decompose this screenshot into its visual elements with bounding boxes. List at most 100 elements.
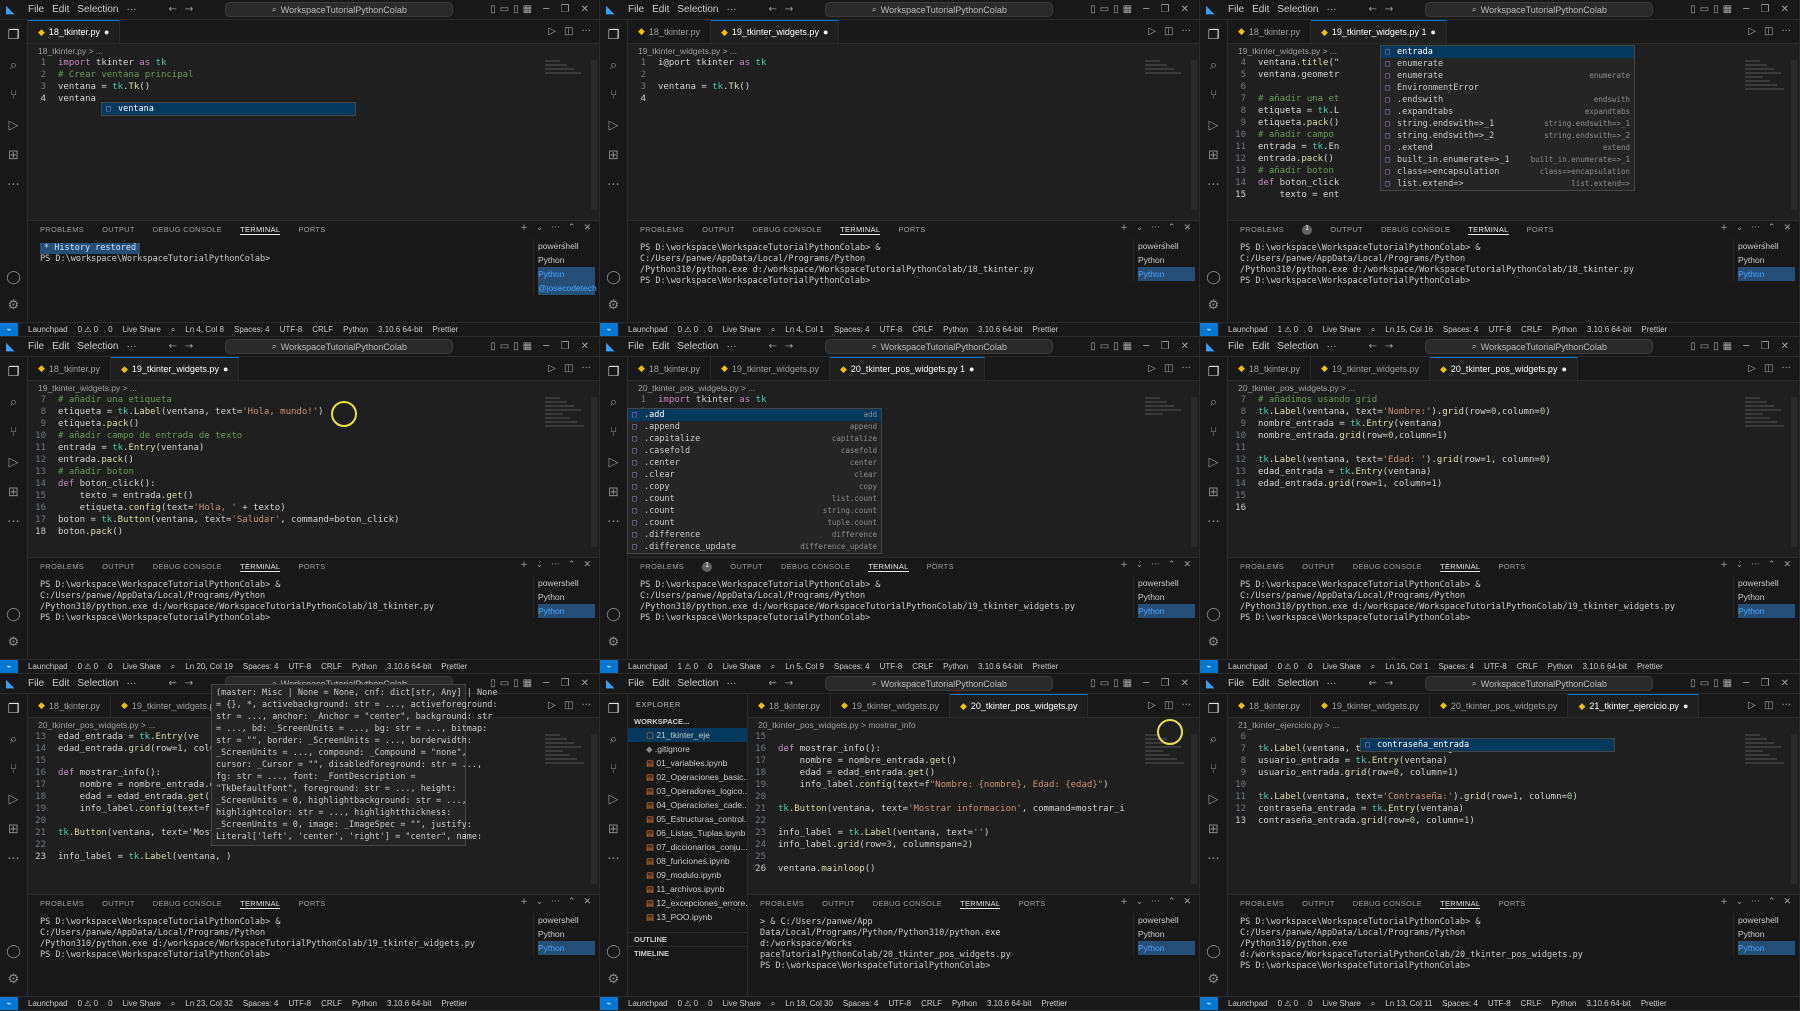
panel-tab[interactable]: OUTPUT (1302, 562, 1335, 572)
run-icon[interactable]: ▷ (1148, 700, 1156, 711)
status-version[interactable]: 3.10.6 64-bit (1587, 325, 1631, 334)
minimap[interactable] (545, 734, 585, 764)
layout-controls[interactable]: ▯▭▯▦ ─ ❐ ✕ (1690, 678, 1793, 689)
status-version[interactable]: 3.10.6 64-bit (1582, 662, 1626, 671)
close-icon[interactable]: ✕ (1183, 897, 1191, 907)
menu-item[interactable]: Selection (677, 341, 718, 352)
panel-tab[interactable]: PORTS (1527, 225, 1554, 235)
minimap[interactable] (545, 60, 585, 90)
menu-item[interactable]: Selection (1277, 341, 1318, 352)
layout-controls[interactable]: ▯▭▯▦ ─ ❐ ✕ (490, 4, 593, 15)
editor-tab[interactable]: ◆ 18_tkinter.py ● (28, 20, 121, 43)
unsaved-dot-icon[interactable]: ● (1430, 27, 1435, 37)
editor-tab[interactable]: ◆ 19_tkinter_widgets.py (831, 694, 950, 717)
extensions-icon[interactable]: ⊞ (8, 485, 19, 501)
menu-item[interactable]: Edit (52, 678, 69, 689)
editor-scrollbar[interactable] (1191, 397, 1197, 547)
account-icon[interactable]: ◯ (606, 607, 621, 623)
source-control-icon[interactable]: ⑂ (10, 425, 18, 441)
file-item[interactable]: ▤ 01_variables.ipynb (628, 756, 747, 770)
maximize-icon[interactable]: ⌃ (1768, 897, 1776, 907)
panel-tab[interactable]: TERMINAL (240, 899, 281, 909)
suggestion-item[interactable]: ▢ .difference difference (628, 529, 881, 541)
launchpad-status[interactable]: Launchpad (628, 999, 668, 1008)
split-editor-icon[interactable]: ◫ (1164, 26, 1173, 37)
status-encoding[interactable]: UTF-8 (288, 999, 311, 1008)
ports-status[interactable]: 0 (1308, 662, 1312, 671)
terminal-instance[interactable]: powershell (538, 913, 595, 927)
more-icon[interactable]: ··· (607, 852, 619, 868)
panel-tab[interactable]: DEBUG CONSOLE (873, 899, 942, 909)
panel-tab[interactable]: DEBUG CONSOLE (153, 562, 222, 572)
chevron-down-icon[interactable]: ⌄ (1136, 223, 1144, 233)
status-eol[interactable]: CRLF (321, 999, 342, 1008)
status-version[interactable]: 3.10.6 64-bit (1586, 999, 1630, 1008)
panel-tab[interactable]: DEBUG CONSOLE (1381, 225, 1450, 235)
status-version[interactable]: 3.10.6 64-bit (978, 325, 1022, 334)
panel-tab[interactable]: PORTS (1498, 562, 1525, 572)
liveshare-status[interactable]: Live Share (123, 999, 161, 1008)
editor-scrollbar[interactable] (1191, 60, 1197, 210)
cursor-position[interactable]: Ln 15, Col 16 (1385, 325, 1433, 334)
editor-tab[interactable]: ◆ 20_tkinter_pos_widgets.py 1 ● (829, 357, 986, 380)
cursor-position[interactable]: Ln 23, Col 32 (185, 999, 233, 1008)
gear-icon[interactable]: ⚙ (1208, 298, 1220, 314)
close-icon[interactable]: ✕ (583, 223, 591, 233)
layout-controls[interactable]: ▯▭▯▦ ─ ❐ ✕ (490, 341, 593, 352)
panel-tab[interactable]: TERMINAL (240, 225, 281, 235)
breadcrumb[interactable]: 20_tkinter_pos_widgets.py > ... (1238, 383, 1355, 393)
menu-item[interactable]: File (1228, 4, 1244, 15)
ports-status[interactable]: 0 (708, 999, 712, 1008)
chevron-down-icon[interactable]: ⌄ (1136, 897, 1144, 907)
terminal-instance[interactable]: Python (1738, 927, 1795, 941)
liveshare-status[interactable]: Live Share (123, 662, 161, 671)
breadcrumb[interactable]: 19_tkinter_widgets.py > ... (1238, 46, 1337, 56)
panel-tab[interactable]: OUTPUT (102, 899, 135, 909)
run-icon[interactable]: ▷ (1148, 363, 1156, 374)
gear-icon[interactable]: ⚙ (8, 635, 20, 651)
menu-item[interactable]: Selection (1277, 678, 1318, 689)
remote-icon[interactable]: ⌁ (600, 659, 618, 673)
suggestion-item[interactable]: ▢ string.endswith=>_2 string.endswith=>_2 (1381, 130, 1634, 142)
cursor-position[interactable]: Ln 13, Col 11 (1385, 999, 1432, 1008)
terminal-output[interactable]: PS D:\workspace\WorkspaceTutorialPythonC… (28, 913, 503, 965)
more-actions-icon[interactable]: ··· (1781, 26, 1791, 37)
suggestion-item[interactable]: ▢ ventana (102, 103, 355, 115)
chevron-down-icon[interactable]: ⌄ (1736, 223, 1744, 233)
close-icon[interactable]: ✕ (583, 560, 591, 570)
remote-icon[interactable]: ⌁ (0, 996, 18, 1010)
source-control-icon[interactable]: ⑂ (610, 425, 618, 441)
remote-icon[interactable]: ⌁ (600, 996, 618, 1010)
command-center-search[interactable]: ⌕WorkspaceTutorialPythonColab (825, 676, 1054, 691)
panel-tab[interactable]: OUTPUT (102, 562, 135, 572)
status-version[interactable]: 3.10.6 64-bit (987, 999, 1031, 1008)
autocomplete-list[interactable]: ▢ ventana (101, 102, 356, 116)
back-arrow-icon[interactable]: ← (169, 4, 177, 15)
problems-status[interactable]: 1 ⚠ 0 (1278, 325, 1299, 334)
source-control-icon[interactable]: ⑂ (10, 762, 18, 778)
editor-scrollbar[interactable] (591, 734, 597, 884)
chevron-down-icon[interactable]: ⌄ (1736, 560, 1744, 570)
suggestion-item[interactable]: ▢ .endswith endswith (1381, 94, 1634, 106)
editor-tab[interactable]: ◆ 19_tkinter_widgets.py ● (710, 20, 840, 43)
more-icon[interactable]: ··· (1751, 897, 1760, 907)
suggestion-item[interactable]: ▢ EnvironmentError (1381, 82, 1634, 94)
unsaved-dot-icon[interactable]: ● (223, 364, 228, 374)
suggestion-item[interactable]: ▢ string.endswith=>_1 string.endswith=>_1 (1381, 118, 1634, 130)
suggestion-item[interactable]: ▢ .center center (628, 457, 881, 469)
suggestion-item[interactable]: ▢ built_in.enumerate=>_1 built_in.enumerat… (1381, 154, 1634, 166)
explorer-icon[interactable]: ❐ (1208, 365, 1220, 381)
remote-icon[interactable]: ⌁ (600, 322, 618, 336)
plus-icon[interactable]: + (1120, 223, 1128, 233)
command-center-search[interactable]: ⌕WorkspaceTutorialPythonColab (1425, 2, 1654, 17)
more-actions-icon[interactable]: ··· (1181, 700, 1191, 711)
breadcrumb[interactable]: 19_tkinter_widgets.py > ... (38, 383, 137, 393)
run-icon[interactable]: ▷ (1148, 26, 1156, 37)
code-editor[interactable]: 7 # añadir una etiqueta 8 etiqueta = tk.Lab… (28, 394, 599, 554)
more-actions-icon[interactable]: ··· (1181, 26, 1191, 37)
back-arrow-icon[interactable]: ← (769, 341, 777, 352)
editor-tab[interactable]: ◆ 18_tkinter.py (28, 694, 111, 717)
status-encoding[interactable]: UTF-8 (880, 325, 903, 334)
code-editor[interactable]: 1 i@port tkinter as tk 2 3 ventana = tk.Tk()… (628, 57, 1199, 217)
panel-tab[interactable]: TERMINAL (240, 562, 281, 572)
